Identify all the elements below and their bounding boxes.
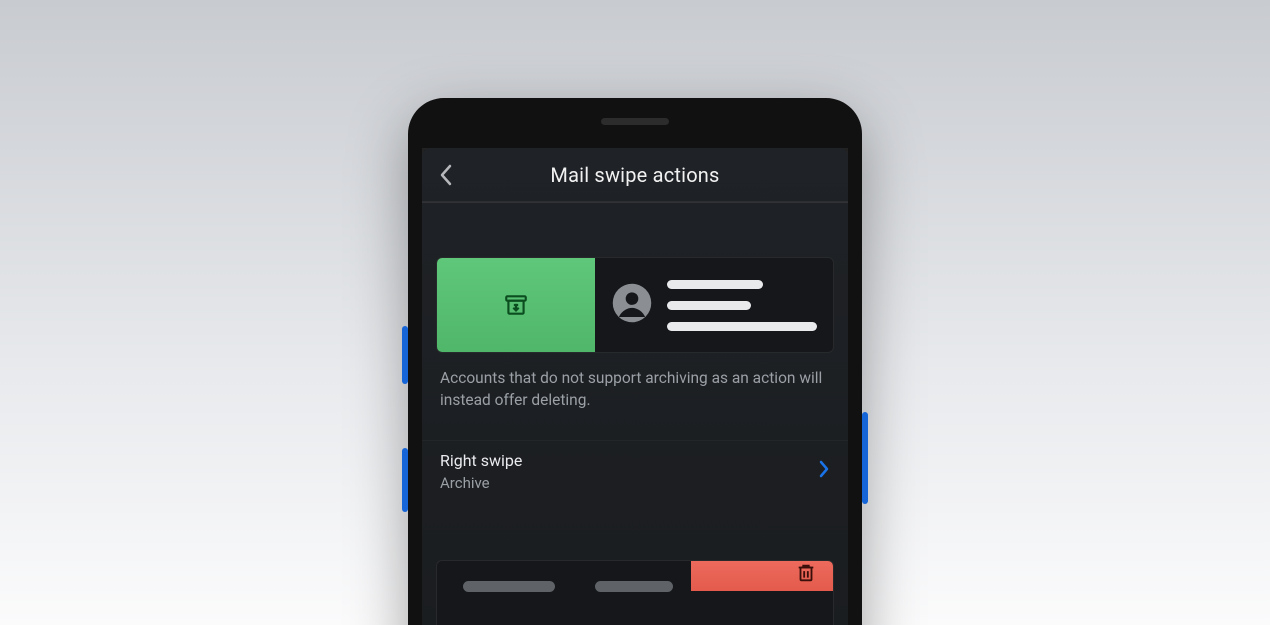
right-swipe-section: Accounts that do not support archiving a… (422, 257, 848, 625)
chevron-left-icon (439, 164, 453, 186)
phone-mockup: Mail swipe actions (408, 98, 862, 625)
archive-icon (503, 292, 529, 318)
preview-text-lines (667, 280, 817, 331)
trash-icon (795, 561, 817, 585)
left-swipe-preview (436, 560, 834, 625)
right-swipe-preview-body (595, 258, 833, 352)
preview-line (667, 280, 763, 289)
right-swipe-setting[interactable]: Right swipe Archive (422, 440, 848, 506)
right-swipe-preview (436, 257, 834, 353)
page-title: Mail swipe actions (432, 163, 838, 187)
back-button[interactable] (432, 161, 460, 189)
power-button (862, 412, 868, 504)
right-swipe-action-area (437, 258, 595, 352)
preview-line (463, 581, 555, 592)
preview-line (667, 301, 751, 310)
setting-value: Archive (440, 474, 522, 492)
right-swipe-help-text: Accounts that do not support archiving a… (422, 353, 848, 412)
preview-line (595, 581, 673, 592)
header-divider (422, 202, 848, 203)
left-swipe-action-area (691, 561, 833, 591)
setting-label: Right swipe (440, 451, 522, 470)
avatar-icon (611, 282, 653, 328)
volume-button-bottom (402, 448, 408, 512)
chevron-right-icon (818, 460, 830, 482)
volume-button-top (402, 326, 408, 384)
left-swipe-preview-body (437, 561, 691, 592)
preview-line (667, 322, 817, 331)
phone-screen: Mail swipe actions (422, 148, 848, 625)
header-bar: Mail swipe actions (422, 148, 848, 202)
